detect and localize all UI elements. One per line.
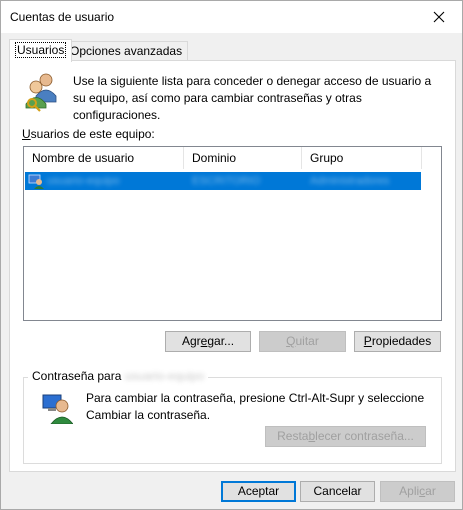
add-button[interactable]: Agregar... [165, 331, 251, 352]
tab-usuarios-label: Usuarios [15, 42, 67, 58]
users-icon [25, 73, 57, 112]
password-instructions: Para cambiar la contraseña, presione Ctr… [86, 391, 425, 422]
ok-button[interactable]: Aceptar [221, 481, 296, 502]
user-accounts-window: Cuentas de usuario Usuarios Opciones ava… [0, 0, 463, 510]
remove-button[interactable]: Quitar [259, 331, 346, 352]
user-domain-cell: ESCRITORIO [192, 175, 261, 187]
password-legend-text: Contraseña para [32, 369, 122, 383]
user-name-cell: usuario-equipo [47, 175, 120, 187]
cancel-button[interactable]: Cancelar [300, 481, 375, 502]
password-user-icon [42, 394, 73, 424]
tab-panel-usuarios: Use la siguiente lista para conceder o d… [9, 60, 456, 472]
properties-button[interactable]: Propiedades [354, 331, 441, 352]
users-list-label: Usuarios de este equipo: [22, 127, 155, 141]
password-group-legend: Contraseña para usuario-equipo [28, 368, 209, 384]
tab-opciones-avanzadas[interactable]: Opciones avanzadas [64, 41, 189, 61]
description-text: Use la siguiente lista para conceder o d… [73, 74, 432, 122]
user-row[interactable]: usuario-equipo ESCRITORIO Administradore… [25, 172, 421, 190]
apply-button[interactable]: Aplicar [380, 481, 455, 502]
user-group-cell: Administradores [310, 175, 390, 187]
column-header-dominio[interactable]: Dominio [184, 147, 302, 169]
close-button[interactable] [416, 1, 462, 33]
column-header-nombre[interactable]: Nombre de usuario [24, 147, 184, 169]
users-listview[interactable]: Nombre de usuario Dominio Grupo usuario-… [23, 146, 442, 321]
listview-header: Nombre de usuario Dominio Grupo [24, 147, 441, 170]
title-bar: Cuentas de usuario [1, 1, 462, 33]
tab-usuarios[interactable]: Usuarios [9, 39, 73, 62]
reset-password-button[interactable]: Restablecer contraseña... [265, 426, 426, 447]
window-title: Cuentas de usuario [10, 10, 115, 24]
column-header-grupo[interactable]: Grupo [302, 147, 422, 169]
password-legend-user: usuario-equipo [124, 369, 205, 383]
user-row-icon [28, 174, 44, 189]
close-icon [433, 11, 445, 23]
